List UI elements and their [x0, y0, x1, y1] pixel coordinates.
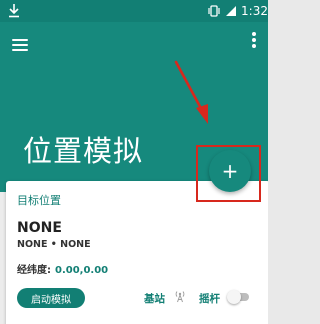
section-label: 目标位置	[17, 194, 61, 207]
status-bar: 1:32	[0, 0, 268, 22]
latlng-label: 经纬度:	[17, 265, 51, 276]
latlng-value: 0.00,0.00	[55, 265, 109, 276]
joystick-label: 摇杆	[199, 293, 220, 305]
signal-icon	[226, 6, 237, 16]
toggle-knob	[227, 290, 241, 304]
download-icon	[9, 4, 19, 18]
location-subtitle: NONE • NONE	[17, 239, 91, 250]
status-time: 1:32	[241, 4, 268, 18]
antenna-icon[interactable]	[174, 289, 186, 303]
start-simulation-button[interactable]: 启动模拟	[17, 288, 85, 308]
add-location-fab[interactable]: +	[209, 150, 251, 192]
more-vert-icon[interactable]	[252, 32, 256, 48]
hamburger-menu-icon[interactable]	[12, 39, 28, 51]
app-screen: 1:32 位置模拟 目标位置 NONE NONE • NONE 经纬度: 0.00…	[0, 0, 268, 324]
target-location-card: 目标位置 NONE NONE • NONE 经纬度: 0.00,0.00 启动模拟…	[6, 181, 268, 324]
status-icons: 1:32	[207, 2, 268, 20]
vibrate-icon	[208, 5, 220, 17]
joystick-toggle[interactable]	[227, 290, 249, 304]
latlng-row: 经纬度: 0.00,0.00	[17, 261, 108, 276]
page-title: 位置模拟	[23, 134, 144, 168]
location-name: NONE	[17, 220, 62, 236]
plus-icon: +	[221, 159, 239, 183]
base-station-label[interactable]: 基站	[144, 291, 165, 306]
